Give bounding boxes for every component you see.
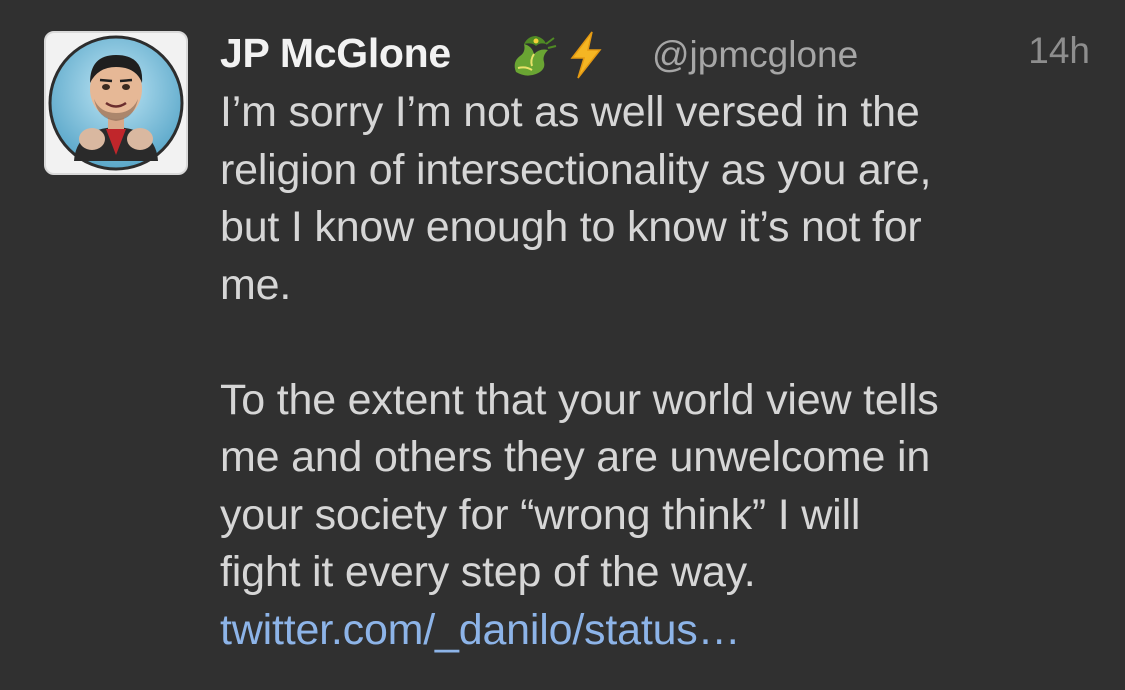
text-line: religion of intersectionality as you are… [220, 145, 932, 194]
tweet-header: JP McGlone @jpmcglone 14h [220, 22, 1090, 82]
text-line: your society for “wrong think” I will [220, 490, 861, 539]
avatar[interactable] [44, 31, 188, 175]
avatar-caricature-icon [48, 35, 184, 171]
text-line: me. [220, 260, 292, 309]
text-line: but I know enough to know it’s not for [220, 203, 922, 251]
user-handle[interactable]: @jpmcglone [652, 34, 858, 76]
tweet-cell[interactable]: JP McGlone @jpmcglone 14h I’m sorry I’m … [0, 0, 1125, 690]
high-voltage-icon [570, 31, 602, 79]
text-line: I’m sorry I’m not as well versed in the [220, 88, 920, 136]
tweet-text: I’m sorry I’m not as well versed in the … [220, 84, 1100, 659]
timestamp: 14h [1028, 30, 1090, 71]
text-line: fight it every step of the way. [220, 548, 756, 596]
quoted-tweet-link[interactable]: twitter.com/_danilo/status… [220, 606, 741, 654]
text-line: me and others they are unwelcome in [220, 433, 931, 481]
dragon-emoji-icon [514, 36, 557, 76]
display-name[interactable]: JP McGlone [220, 30, 451, 77]
text-line: To the extent that your world view tells [220, 375, 939, 424]
